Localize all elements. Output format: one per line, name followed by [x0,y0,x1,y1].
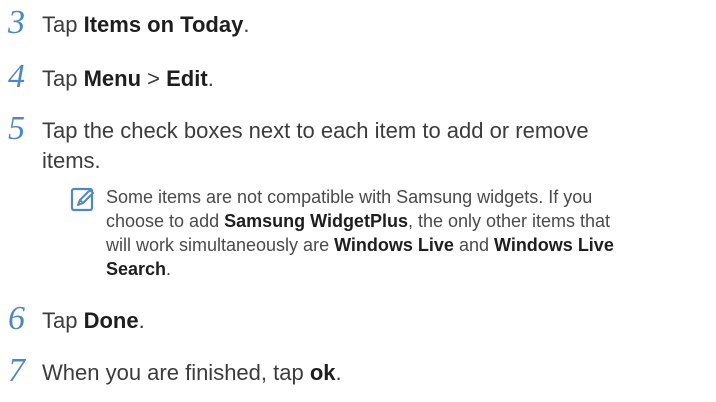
ui-term: ok [309,360,336,385]
step-text: When you are finished, tap ok. [42,360,342,385]
step-number: 3 [8,4,25,41]
ui-term: Items on Today [83,12,244,37]
ui-term: Menu [83,66,142,91]
step-text: Tap Menu > Edit. [42,66,214,91]
step-text-line-1: Tap the check boxes next to each item to… [42,118,589,143]
step-number: 5 [8,110,25,147]
note-line-1: Some items are not compatible with Samsu… [106,187,593,207]
step-number: 7 [8,352,25,389]
note-line-2: choose to add Samsung WidgetPlus, the on… [106,211,611,231]
note-line-4: Search. [106,259,172,279]
step-number: 4 [8,58,25,95]
ui-term: Search [106,259,167,279]
ui-term: Samsung WidgetPlus [224,211,408,231]
ui-term: Windows Live [493,235,614,255]
step-number: 6 [8,300,25,337]
ui-term: Edit [166,66,208,91]
ui-term: Windows Live [334,235,454,255]
step-text: Tap Items on Today. [42,12,250,37]
ui-term: Done [83,308,139,333]
note-line-3: will work simultaneously are Windows Liv… [106,235,614,255]
step-text-line-2: items. [42,148,101,173]
note-text: Some items are not compatible with Samsu… [106,185,614,281]
step-text: Tap Done. [42,308,145,333]
note-pencil-icon [70,187,96,213]
